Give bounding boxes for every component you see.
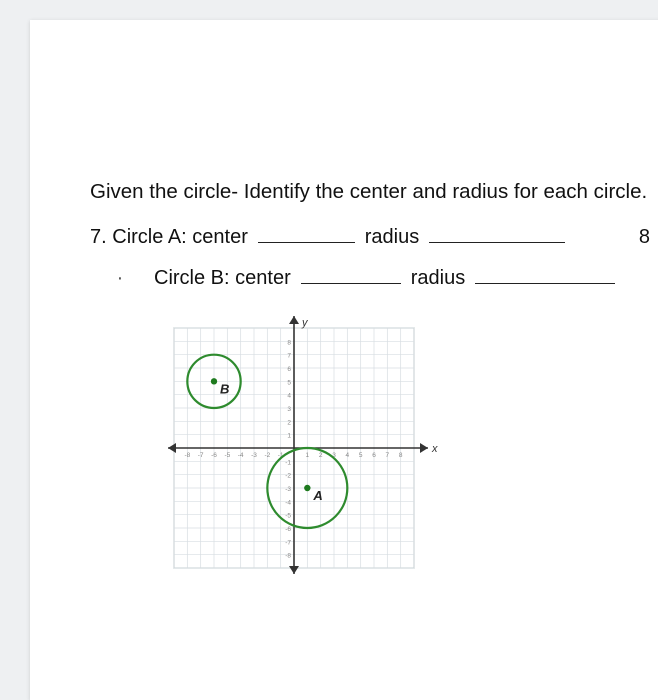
svg-text:-1: -1 (285, 459, 291, 466)
svg-text:-4: -4 (285, 499, 291, 506)
svg-text:2: 2 (319, 452, 323, 459)
question-7-row: 7. Circle A: center radius 8 (90, 226, 650, 249)
blank-radius-a[interactable] (429, 242, 565, 243)
next-question-partial: 8 (639, 226, 650, 249)
svg-text:-6: -6 (285, 526, 291, 533)
bullet-icon: · (90, 267, 150, 290)
svg-text:5: 5 (359, 452, 363, 459)
blank-radius-b[interactable] (475, 283, 615, 284)
svg-text:-3: -3 (251, 452, 257, 459)
svg-text:8: 8 (399, 452, 403, 459)
svg-text:-7: -7 (285, 539, 291, 546)
radius-label-a: radius (365, 226, 419, 249)
svg-text:x: x (431, 443, 438, 455)
blank-center-b[interactable] (301, 283, 401, 284)
svg-text:4: 4 (287, 393, 291, 400)
svg-text:-6: -6 (211, 452, 217, 459)
svg-text:-8: -8 (184, 452, 190, 459)
svg-text:5: 5 (287, 379, 291, 386)
svg-text:-7: -7 (198, 452, 204, 459)
svg-text:7: 7 (386, 452, 390, 459)
svg-text:-2: -2 (264, 452, 270, 459)
svg-text:A: A (312, 488, 322, 503)
svg-text:-3: -3 (285, 486, 291, 493)
svg-text:B: B (220, 381, 229, 396)
svg-text:-8: -8 (285, 553, 291, 560)
svg-text:y: y (301, 317, 309, 329)
coordinate-graph: yx-8-8-7-7-6-6-5-5-4-4-3-3-2-2-1-1112233… (154, 308, 650, 588)
svg-text:-5: -5 (224, 452, 230, 459)
svg-text:1: 1 (287, 433, 291, 440)
svg-text:3: 3 (287, 406, 291, 413)
circle-b-label: Circle B: center (154, 267, 291, 290)
svg-text:-2: -2 (285, 473, 291, 480)
svg-text:1: 1 (306, 452, 310, 459)
svg-text:6: 6 (287, 366, 291, 373)
question-number: 7. Circle A: center (90, 226, 248, 249)
svg-text:8: 8 (287, 339, 291, 346)
svg-text:6: 6 (372, 452, 376, 459)
question-b-row: · Circle B: center radius (90, 267, 650, 290)
svg-text:-5: -5 (285, 513, 291, 520)
document-page: Given the circle- Identify the center an… (30, 20, 658, 700)
svg-text:-4: -4 (238, 452, 244, 459)
svg-text:2: 2 (287, 419, 291, 426)
graph-svg: yx-8-8-7-7-6-6-5-5-4-4-3-3-2-2-1-1112233… (154, 308, 454, 588)
radius-label-b: radius (411, 267, 465, 290)
svg-text:4: 4 (346, 452, 350, 459)
instruction-text: Given the circle- Identify the center an… (90, 180, 650, 204)
svg-text:7: 7 (287, 353, 291, 360)
blank-center-a[interactable] (258, 242, 355, 243)
